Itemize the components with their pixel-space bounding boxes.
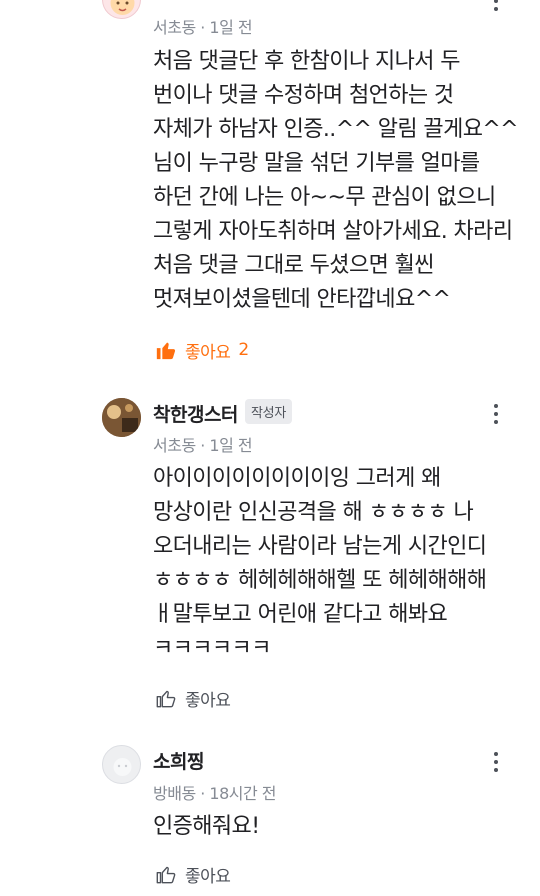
more-options-button[interactable] (486, 0, 506, 16)
avatar[interactable] (102, 398, 141, 437)
like-button[interactable]: 좋아요 (155, 861, 231, 887)
comment-meta: 방배동 · 18시간 전 (153, 784, 277, 803)
comment-body: 인증해줘요! (153, 814, 260, 839)
like-count: 2 (238, 340, 250, 360)
author-badge: 작성자 (245, 399, 292, 424)
photo-avatar-icon (102, 398, 141, 437)
like-button[interactable]: 좋아요 (155, 685, 231, 711)
author-name[interactable]: 착한갱스터 (153, 400, 238, 427)
comment-body: 처음 댓글단 후 한참이나 지나서 두 번이나 댓글 수정하며 첨언하는 것 자… (153, 49, 519, 312)
comment-meta: 서초동 · 1일 전 (153, 436, 253, 455)
like-label: 좋아요 (185, 866, 231, 887)
like-label: 좋아요 (185, 342, 231, 363)
author-name[interactable]: 소희찡 (153, 747, 204, 774)
like-button[interactable]: 좋아요 2 (155, 337, 249, 363)
avatar[interactable] (102, 745, 141, 784)
cartoon-avatar-icon (110, 0, 135, 15)
like-label: 좋아요 (185, 690, 231, 711)
more-options-button[interactable] (486, 749, 506, 777)
more-options-button[interactable] (486, 401, 506, 429)
comment-body: 아이이이이이이이이잉 그러게 왜 망상이란 인신공격을 해 ㅎㅎㅎㅎ 나 오더내… (153, 466, 487, 661)
default-avatar-icon (113, 758, 132, 776)
thumbs-up-outline-icon (156, 690, 176, 708)
avatar[interactable] (102, 0, 141, 19)
comment-meta: 서초동 · 1일 전 (153, 18, 253, 37)
thumbs-up-filled-icon (156, 342, 176, 360)
thumbs-up-outline-icon (156, 866, 176, 884)
